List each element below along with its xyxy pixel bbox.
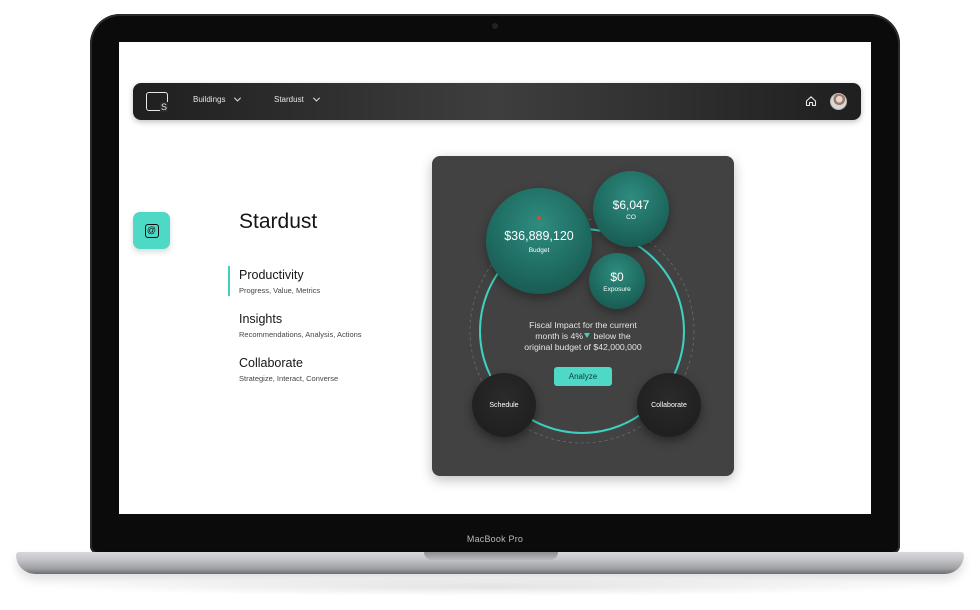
co-label: CO (626, 213, 636, 221)
user-avatar[interactable] (830, 93, 847, 110)
collaborate-label: Collaborate (651, 401, 687, 409)
section-subtitle: Strategize, Interact, Converse (239, 374, 339, 383)
schedule-button[interactable]: Schedule (472, 373, 536, 437)
laptop-shadow (40, 578, 940, 596)
section-title: Collaborate (239, 356, 303, 370)
trend-down-icon (584, 333, 591, 338)
budget-label: Budget (528, 246, 550, 254)
collaborate-button[interactable]: Collaborate (637, 373, 701, 437)
section-subtitle: Progress, Value, Metrics (239, 286, 321, 295)
nav-buildings-label: Buildings (193, 95, 226, 104)
chevron-down-icon (312, 94, 320, 102)
exposure-label: Exposure (603, 285, 631, 293)
app-screen: S Buildings Stardust @ Stardust Producti… (119, 42, 871, 514)
impact-line-2-prefix: month is 4% (535, 331, 584, 341)
alert-up-icon (536, 215, 542, 220)
impact-line-1: Fiscal Impact for the current (529, 320, 637, 330)
exposure-value: $0 (610, 269, 624, 284)
active-section-indicator (228, 266, 230, 296)
fiscal-impact-text: Fiscal Impact for the current month is 4… (502, 320, 664, 353)
analyze-button[interactable]: Analyze (554, 367, 612, 386)
impact-line-2-suffix: below the (591, 331, 631, 341)
nav-buildings-dropdown[interactable]: Buildings (193, 94, 242, 104)
nav-stardust-label: Stardust (274, 95, 304, 104)
section-productivity[interactable]: Productivity Progress, Value, Metrics (239, 268, 320, 295)
logo-letter: S (159, 102, 168, 112)
section-collaborate[interactable]: Collaborate Strategize, Interact, Conver… (239, 356, 338, 383)
top-nav: S Buildings Stardust (133, 83, 861, 120)
section-title: Insights (239, 312, 283, 326)
device-label: MacBook Pro (466, 534, 524, 544)
laptop-lid: S Buildings Stardust @ Stardust Producti… (90, 14, 900, 554)
at-icon: @ (144, 223, 159, 238)
schedule-label: Schedule (489, 401, 519, 409)
section-subtitle: Recommendations, Analysis, Actions (239, 330, 362, 339)
side-badge-button[interactable]: @ (133, 212, 170, 249)
nav-stardust-dropdown[interactable]: Stardust (274, 94, 320, 104)
budget-bubble[interactable]: $36,889,120 Budget (486, 188, 592, 294)
co-bubble[interactable]: $6,047 CO (593, 171, 669, 247)
section-insights[interactable]: Insights Recommendations, Analysis, Acti… (239, 312, 362, 339)
exposure-bubble[interactable]: $0 Exposure (589, 253, 645, 309)
chevron-down-icon (234, 94, 242, 102)
impact-line-2: month is 4% below the (502, 331, 664, 342)
camera (492, 23, 498, 29)
home-icon[interactable] (805, 95, 817, 107)
page-title: Stardust (239, 210, 318, 233)
laptop-mockup: S Buildings Stardust @ Stardust Producti… (0, 0, 980, 610)
app-logo[interactable]: S (146, 92, 168, 112)
fiscal-card: $36,889,120 Budget $6,047 CO $0 Exposure… (432, 156, 734, 476)
budget-value: $36,889,120 (504, 228, 574, 243)
impact-line-3: original budget of $42,000,000 (524, 342, 642, 352)
section-title: Productivity (239, 268, 304, 282)
co-value: $6,047 (612, 197, 650, 212)
laptop-notch (424, 552, 558, 560)
